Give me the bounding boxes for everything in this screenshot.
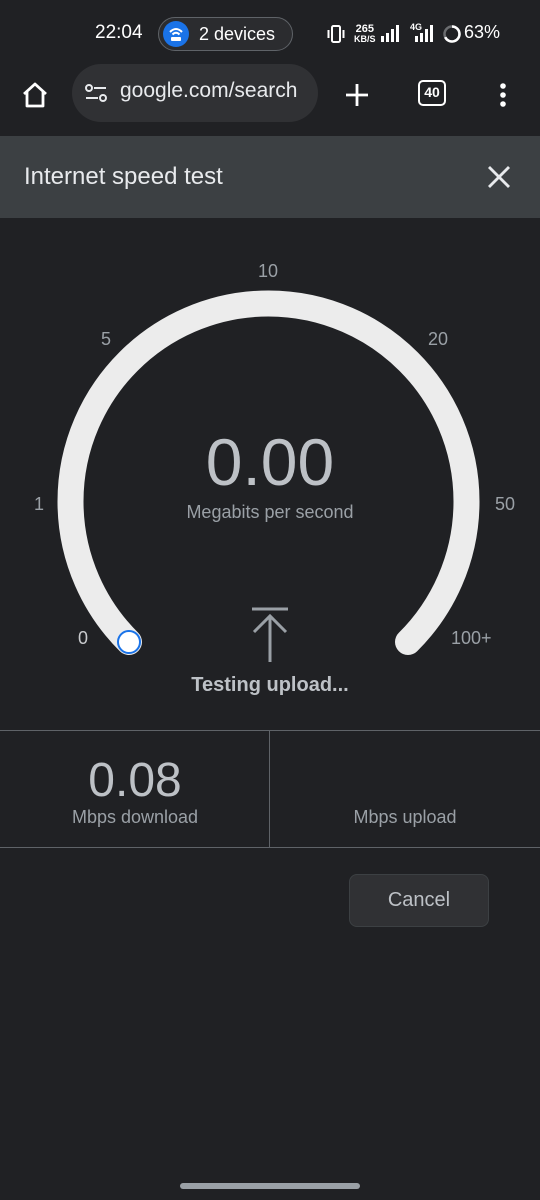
download-label: Mbps download <box>71 807 199 827</box>
vibrate-icon <box>327 24 345 49</box>
tab-switcher-icon[interactable]: 40 <box>418 80 446 106</box>
new-tab-icon[interactable] <box>343 81 371 114</box>
speed-gauge: 0 1 5 10 20 50 100+ 0.00 Megabits per se… <box>0 218 540 730</box>
tick-label-100: 100+ <box>451 628 492 648</box>
home-icon[interactable] <box>20 80 50 115</box>
gesture-nav-handle[interactable] <box>180 1183 360 1189</box>
results-panel: 0.08 Mbps download Mbps upload <box>0 730 540 848</box>
download-result: 0.08 Mbps download <box>0 731 270 847</box>
dialog-header: Internet speed test <box>0 136 540 218</box>
site-settings-icon[interactable] <box>84 82 108 109</box>
upload-result: Mbps upload <box>270 731 540 847</box>
upload-arrow-icon <box>250 606 290 669</box>
browser-toolbar: google.com/search 40 <box>0 64 540 134</box>
dialog-title: Internet speed test <box>24 163 223 190</box>
net-speed-unit: KB/S <box>354 34 376 44</box>
hotspot-chip[interactable]: 2 devices <box>158 17 293 51</box>
net-speed-indicator: 265 KB/S <box>354 24 376 44</box>
battery-icon <box>442 24 462 49</box>
battery-percent: 63% <box>464 22 501 42</box>
current-speed-unit: Megabits per second <box>186 502 354 522</box>
test-status: Testing upload... <box>191 674 349 696</box>
tick-label-10: 10 <box>258 261 279 281</box>
upload-label: Mbps upload <box>353 807 457 827</box>
cancel-button[interactable]: Cancel <box>349 874 489 927</box>
hotspot-icon <box>163 21 189 47</box>
status-time: 22:04 <box>95 22 143 43</box>
tick-label-5: 5 <box>101 329 112 349</box>
hotspot-label: 2 devices <box>199 24 276 44</box>
tick-label-20: 20 <box>428 329 449 349</box>
signal-icon-secondary <box>414 24 436 47</box>
url-text: google.com/search <box>120 79 298 102</box>
current-speed-value: 0.00 <box>205 425 335 499</box>
tick-label-0: 0 <box>78 628 89 648</box>
close-icon[interactable] <box>486 164 512 195</box>
signal-icon <box>380 24 402 47</box>
gauge-needle-indicator <box>117 630 141 654</box>
status-bar: 22:04 2 devices 265 KB/S 4G 63% <box>0 0 540 68</box>
download-value: 0.08 <box>88 754 182 807</box>
more-menu-icon[interactable] <box>496 81 510 114</box>
address-bar[interactable]: google.com/search <box>72 64 318 122</box>
